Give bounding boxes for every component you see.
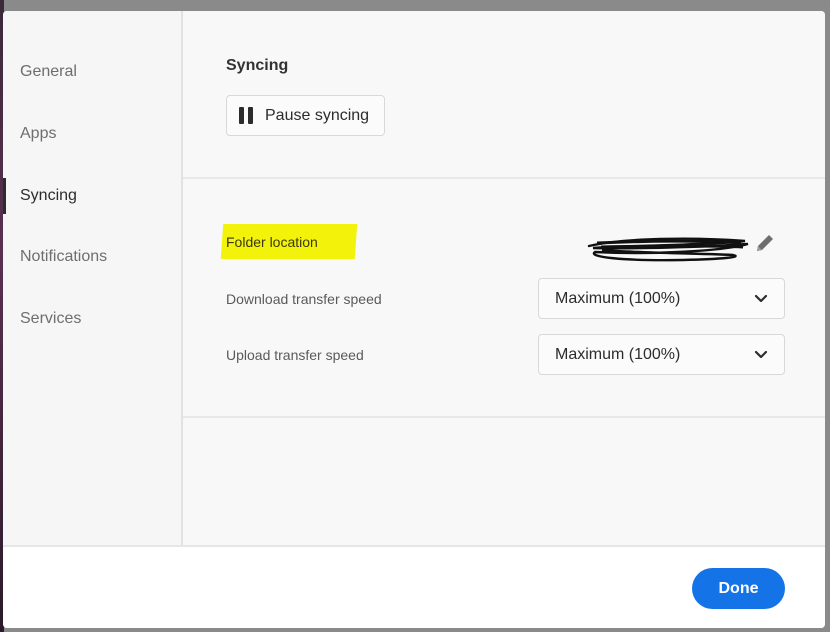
chevron-down-icon bbox=[754, 350, 768, 359]
folder-location-label: Folder location bbox=[226, 234, 318, 250]
chevron-down-icon bbox=[754, 294, 768, 303]
sidebar-item-apps[interactable]: Apps bbox=[3, 112, 181, 156]
sidebar-item-notifications[interactable]: Notifications bbox=[3, 235, 181, 279]
preferences-dialog: General Apps Syncing Notifications Servi… bbox=[3, 11, 825, 628]
pause-syncing-button[interactable]: Pause syncing bbox=[226, 95, 385, 136]
sidebar: General Apps Syncing Notifications Servi… bbox=[3, 11, 183, 545]
pause-icon bbox=[239, 107, 253, 124]
redaction-scribble bbox=[587, 237, 749, 262]
sidebar-item-services[interactable]: Services bbox=[3, 297, 181, 341]
syncing-panel: Syncing Pause syncing Folder location Do… bbox=[183, 11, 825, 545]
upload-speed-value: Maximum (100%) bbox=[555, 345, 681, 363]
dialog-footer: Done bbox=[3, 545, 825, 628]
upload-speed-select[interactable]: Maximum (100%) bbox=[538, 334, 785, 375]
sidebar-item-general[interactable]: General bbox=[3, 50, 181, 94]
upload-speed-label: Upload transfer speed bbox=[226, 347, 364, 363]
section-title: Syncing bbox=[226, 57, 289, 74]
section-divider bbox=[183, 177, 825, 179]
pause-syncing-label: Pause syncing bbox=[265, 106, 370, 124]
download-speed-value: Maximum (100%) bbox=[555, 289, 681, 307]
section-divider bbox=[183, 416, 825, 418]
pencil-icon[interactable] bbox=[753, 231, 777, 255]
download-speed-label: Download transfer speed bbox=[226, 291, 382, 307]
download-speed-select[interactable]: Maximum (100%) bbox=[538, 278, 785, 319]
sidebar-item-syncing[interactable]: Syncing bbox=[3, 174, 181, 218]
done-button[interactable]: Done bbox=[692, 568, 785, 609]
